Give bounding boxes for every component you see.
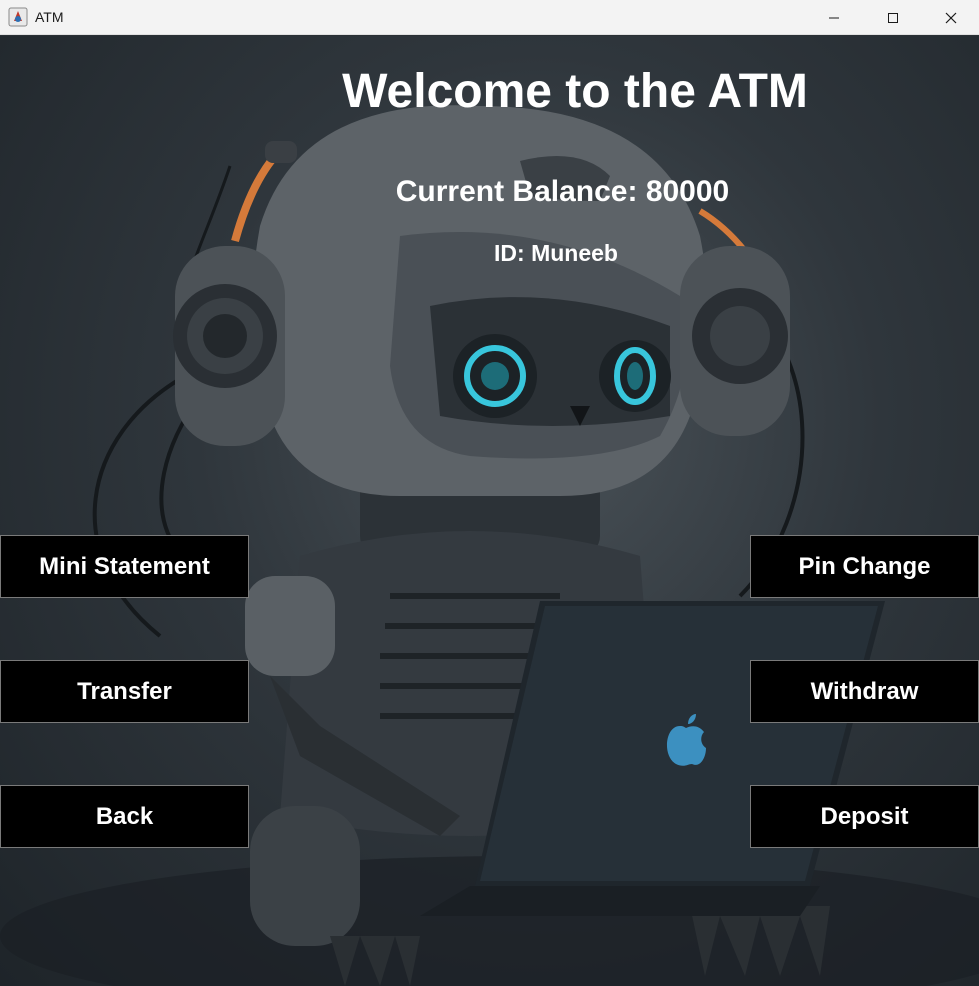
- java-app-icon: [8, 7, 28, 27]
- deposit-button[interactable]: Deposit: [750, 785, 979, 848]
- welcome-heading: Welcome to the ATM: [342, 65, 808, 118]
- atm-window: ATM Welcome to the ATM Current Balance: …: [0, 0, 979, 986]
- withdraw-button[interactable]: Withdraw: [750, 660, 979, 723]
- maximize-icon: [888, 12, 898, 23]
- pin-change-button[interactable]: Pin Change: [750, 535, 979, 598]
- close-button[interactable]: [922, 0, 979, 35]
- current-balance-label: Current Balance: 80000: [395, 175, 730, 208]
- back-button[interactable]: Back: [0, 785, 249, 848]
- mini-statement-button[interactable]: Mini Statement: [0, 535, 249, 598]
- minimize-icon: [829, 17, 839, 18]
- title-bar: ATM: [0, 0, 979, 35]
- user-id-label: ID: Muneeb: [494, 240, 618, 266]
- maximize-button[interactable]: [864, 0, 922, 35]
- transfer-button[interactable]: Transfer: [0, 660, 249, 723]
- close-icon: [945, 12, 957, 23]
- minimize-button[interactable]: [805, 0, 863, 35]
- window-title: ATM: [35, 9, 64, 25]
- atm-content: Welcome to the ATM Current Balance: 8000…: [0, 36, 979, 986]
